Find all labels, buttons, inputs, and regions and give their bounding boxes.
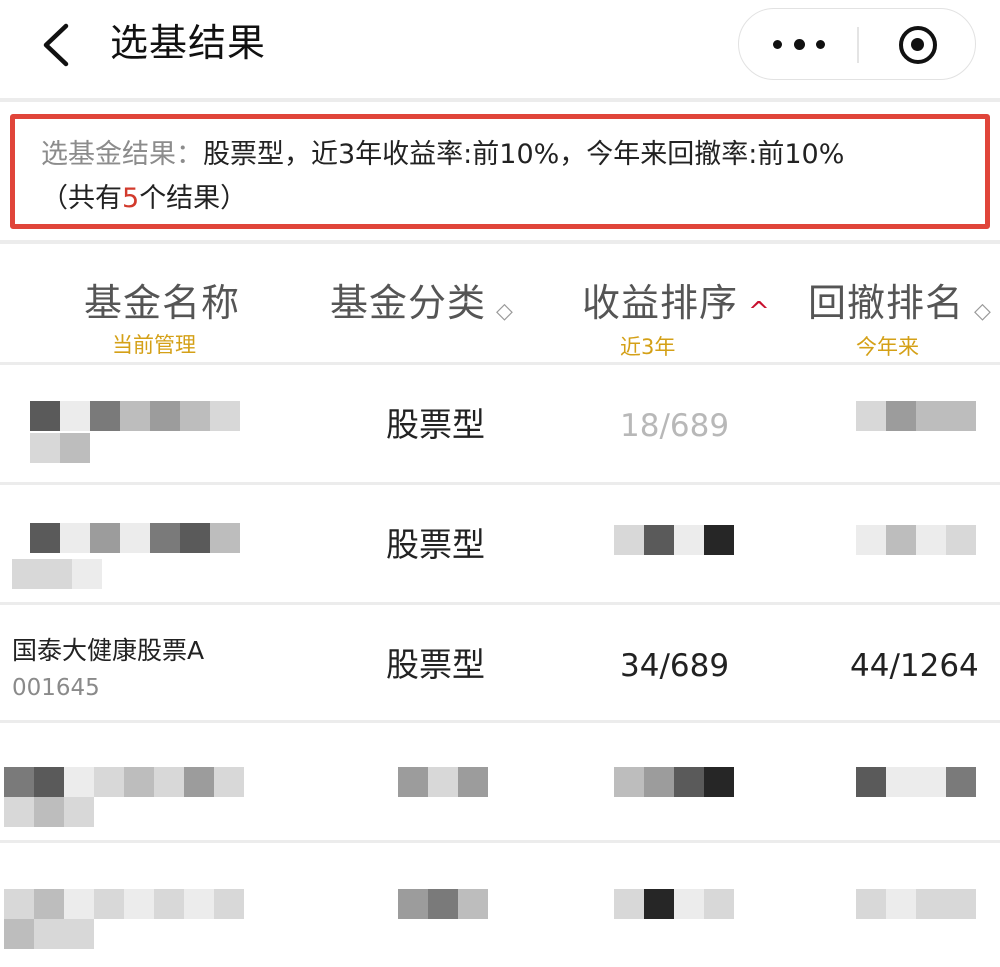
table-row[interactable]: 股票型 [0, 482, 1000, 600]
header-label: 基金分类 [330, 281, 487, 325]
return-rank: 18/689 [620, 408, 730, 444]
close-button[interactable] [859, 9, 975, 79]
pixelated-name [4, 889, 244, 919]
nav-bar: 选基结果 [0, 0, 1000, 92]
page-title: 选基结果 [110, 21, 267, 65]
filter-criteria: 股票型，近3年收益率:前10%，今年来回撤率:前10% [203, 139, 845, 170]
count-suffix: 个结果） [139, 183, 248, 214]
back-button[interactable] [36, 22, 76, 68]
header-label: 基金名称 [84, 281, 241, 325]
table-row[interactable] [0, 840, 1000, 958]
chevron-left-icon [43, 23, 69, 67]
pixelated-name [30, 523, 240, 553]
header-sub-label: 近3年 [620, 335, 676, 359]
divider [0, 240, 1000, 244]
pixelated-drawdown [856, 525, 976, 555]
pixelated-code [12, 559, 102, 589]
pixelated-name [30, 401, 240, 431]
filter-criteria-line: 选基金结果：股票型，近3年收益率:前10%，今年来回撤率:前10% [41, 137, 844, 173]
sort-toggle-icon[interactable]: ◇ [974, 300, 991, 323]
pixelated-return [614, 525, 734, 555]
return-rank: 34/689 [620, 648, 730, 684]
pixelated-return [614, 889, 734, 919]
fund-code: 001645 [12, 675, 100, 701]
target-circle-icon [899, 26, 937, 64]
pixelated-drawdown [856, 767, 976, 797]
result-count-line: （共有5个结果） [41, 181, 247, 217]
fund-category: 股票型 [386, 525, 485, 564]
filter-label: 选基金结果： [41, 139, 203, 170]
more-dots-icon [773, 40, 782, 49]
header-fund-category[interactable]: 基金分类 ◇ [330, 278, 513, 328]
more-dots-icon [794, 39, 805, 50]
pixelated-return [614, 767, 734, 797]
pixelated-category [398, 889, 488, 919]
table-row[interactable] [0, 720, 1000, 838]
divider [0, 98, 1000, 102]
header-label: 回撤排名 [808, 281, 965, 325]
fund-category: 股票型 [386, 405, 485, 444]
fund-name: 国泰大健康股票A [12, 636, 205, 665]
header-label: 收益排序 [582, 281, 739, 325]
table-header: 基金名称 基金分类 ◇ 收益排序 ^ 回撤排名 ◇ 当前管理 近3年 今年来 [0, 246, 1000, 359]
pixelated-name [4, 767, 244, 797]
table-row[interactable]: 股票型 18/689 [0, 362, 1000, 480]
more-button[interactable] [739, 9, 857, 79]
pixelated-category [398, 767, 488, 797]
sort-ascending-icon[interactable]: ^ [748, 299, 770, 325]
sort-toggle-icon[interactable]: ◇ [496, 300, 513, 323]
header-drawdown-rank[interactable]: 回撤排名 ◇ [808, 278, 991, 328]
header-sub-label: 当前管理 [112, 333, 196, 357]
count-prefix: （共有 [41, 183, 122, 214]
pixelated-drawdown [856, 401, 976, 431]
header-sub-label: 今年来 [856, 335, 919, 359]
pixelated-drawdown [856, 889, 976, 919]
filter-summary-box: 选基金结果：股票型，近3年收益率:前10%，今年来回撤率:前10% （共有5个结… [10, 114, 990, 229]
table-row[interactable]: 国泰大健康股票A 001645 股票型 34/689 44/1264 [0, 602, 1000, 720]
header-return-rank[interactable]: 收益排序 ^ [582, 278, 770, 328]
more-dots-icon [816, 40, 825, 49]
mini-program-capsule [738, 8, 976, 80]
pixelated-code [4, 797, 94, 827]
header-fund-name: 基金名称 [84, 278, 240, 328]
pixelated-code [30, 433, 90, 463]
pixelated-code [4, 919, 94, 949]
result-count: 5 [122, 183, 140, 214]
fund-category: 股票型 [386, 645, 485, 684]
drawdown-rank: 44/1264 [850, 648, 979, 684]
